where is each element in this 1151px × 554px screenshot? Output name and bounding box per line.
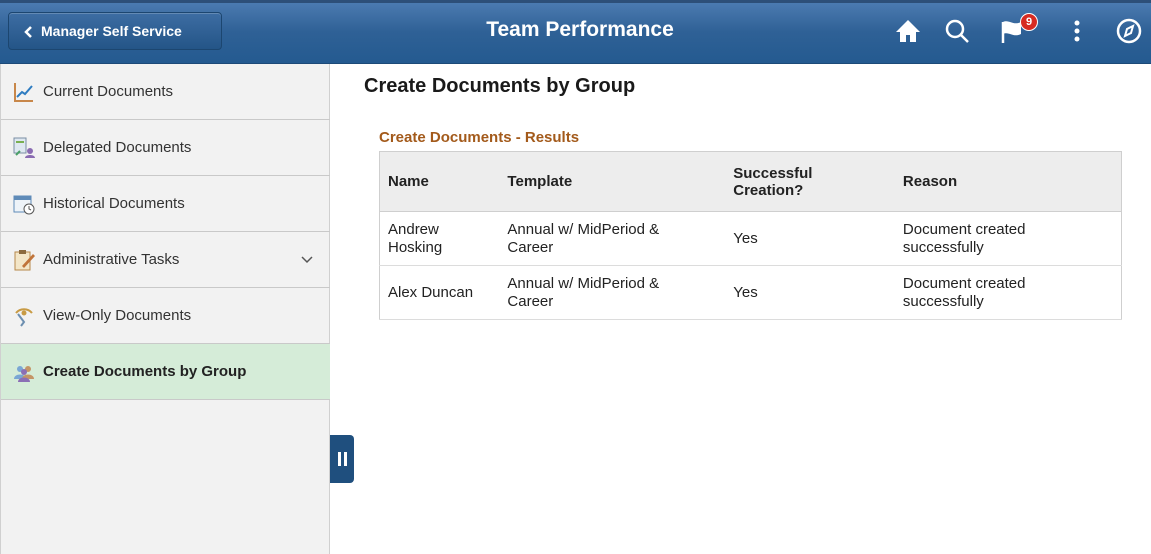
grid-header-row: Name Template Successful Creation? Reaso…: [379, 151, 1122, 212]
sidebar-item-label: View-Only Documents: [43, 307, 192, 324]
cell-reason: Document created successfully: [894, 265, 1122, 320]
column-header-reason[interactable]: Reason: [894, 151, 1122, 212]
cell-text: Document created successfully: [902, 220, 1026, 256]
calendar-clock-icon: [13, 195, 35, 214]
cell-template: Annual w/ MidPeriod & Career: [505, 265, 726, 320]
sidebar-item-delegated-documents[interactable]: Delegated Documents: [1, 120, 330, 176]
navbar-compass-icon[interactable]: [1112, 14, 1146, 48]
sidebar-item-view-only-documents[interactable]: View-Only Documents: [1, 288, 330, 344]
table-row: Alex Duncan Annual w/ MidPeriod & Career…: [379, 265, 1122, 320]
search-icon[interactable]: [940, 14, 974, 48]
cell-name: Alex Duncan: [379, 265, 506, 320]
sidebar-item-administrative-tasks[interactable]: Administrative Tasks: [1, 232, 330, 288]
chevron-left-icon: [24, 26, 32, 38]
sidebar-item-historical-documents[interactable]: Historical Documents: [1, 176, 330, 232]
cell-text: Andrew Hosking: [388, 220, 443, 256]
cell-reason: Document created successfully: [894, 211, 1122, 266]
cell-text: Alex Duncan: [388, 283, 474, 301]
sidebar-item-label: Administrative Tasks: [43, 251, 180, 268]
clipboard-pencil-icon: [14, 249, 35, 270]
column-header-successful-creation[interactable]: Successful Creation?: [725, 151, 895, 212]
table-row: Andrew Hosking Annual w/ MidPeriod & Car…: [379, 211, 1122, 266]
cell-successful: Yes: [725, 211, 895, 266]
cell-text: Annual w/ MidPeriod & Career: [507, 220, 660, 256]
results-grid: Name Template Successful Creation? Reaso…: [379, 151, 1122, 320]
sidebar-item-create-documents-by-group[interactable]: Create Documents by Group: [1, 344, 330, 400]
sidebar-item-label: Delegated Documents: [43, 139, 192, 156]
sidebar-nav: Current Documents Delegated Documents Hi…: [0, 64, 330, 554]
results-section-title: Create Documents - Results: [379, 129, 580, 146]
column-header-name[interactable]: Name: [379, 151, 506, 212]
column-header-template[interactable]: Template: [505, 151, 726, 212]
pause-bar-icon: [343, 452, 347, 466]
back-button[interactable]: Manager Self Service: [8, 12, 222, 50]
pause-bar-icon: [337, 452, 341, 466]
column-header-label: Successful Creation?: [733, 164, 813, 199]
sidebar-item-label: Historical Documents: [43, 195, 185, 212]
notification-count-badge: 9: [1020, 13, 1038, 31]
cell-template: Annual w/ MidPeriod & Career: [505, 211, 726, 266]
group-people-icon: [14, 365, 34, 382]
page-title: Team Performance: [486, 18, 674, 41]
sidebar-item-current-documents[interactable]: Current Documents: [1, 64, 330, 120]
cell-text: Annual w/ MidPeriod & Career: [507, 274, 660, 310]
main-title: Create Documents by Group: [364, 75, 636, 97]
view-only-icon: [15, 307, 33, 327]
home-icon[interactable]: [891, 14, 925, 48]
line-chart-icon: [14, 82, 33, 102]
back-button-label: Manager Self Service: [41, 23, 182, 39]
collapse-sidebar-handle[interactable]: [330, 435, 354, 483]
sidebar-item-label: Create Documents by Group: [43, 363, 247, 380]
cell-text: Document created successfully: [902, 274, 1026, 310]
sidebar-item-label: Current Documents: [43, 83, 174, 100]
cell-successful: Yes: [725, 265, 895, 320]
chevron-down-icon[interactable]: [300, 255, 314, 265]
banner-top-border: [0, 0, 1151, 3]
banner: Manager Self Service Team Performance 9: [0, 0, 1151, 64]
cell-name: Andrew Hosking: [379, 211, 506, 266]
actions-menu-icon[interactable]: [1060, 14, 1094, 48]
delegate-people-icon: [13, 137, 35, 158]
